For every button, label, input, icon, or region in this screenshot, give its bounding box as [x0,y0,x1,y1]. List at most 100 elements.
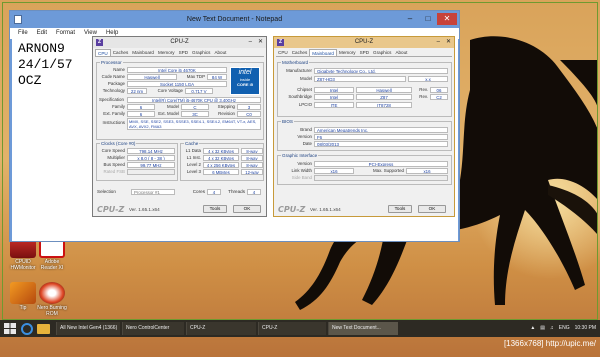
cores-value: 4 [207,189,221,195]
field-label: Rev. [419,94,428,99]
field-label: Brand [300,127,312,132]
tab-mainboard[interactable]: Mainboard [309,49,337,56]
cpuz-footer: CPU-Z Ver. 1.65.1.x64 Tools OK [95,204,264,214]
tab-memory[interactable]: Memory [156,49,177,56]
level3-ways: 12-way [241,169,263,175]
cpuz-brand-logo: CPU-Z [97,205,125,214]
cpuz-tabs: CPU Caches Mainboard Memory SPD Graphics… [276,49,452,57]
tab-memory[interactable]: Memory [337,49,358,56]
desktop-icon-label: Tip [19,305,27,311]
field-label: Rated FSB [103,169,125,174]
group-label: Clocks (Core #0) [100,141,137,146]
tools-button[interactable]: Tools [388,205,412,213]
tools-button[interactable]: Tools [203,205,227,213]
tab-about[interactable]: About [393,49,409,56]
cpuz-version: Ver. 1.65.1.x64 [310,207,341,212]
rated-fsb-value [127,169,175,175]
cpuz-window-mainboard[interactable]: Z CPU-Z – ✕ CPU Caches Mainboard Memory … [273,36,455,217]
field-label: Name [113,67,125,72]
field-label: Model [300,76,312,81]
processor-selection-select[interactable]: Processor #1 [131,189,175,195]
chipset-model-value: Haswell [356,87,412,93]
revision-value: C0 [237,111,261,117]
ok-button[interactable]: OK [418,205,446,213]
link-width-value: x16 [314,168,354,174]
stepping-value: 3 [237,104,261,110]
group-label: Motherboard [281,60,310,65]
field-label: Version [297,161,312,166]
lpcio-model-value: IT8728 [356,102,412,108]
close-icon[interactable]: ✕ [258,37,263,48]
close-icon[interactable]: ✕ [446,37,451,48]
minimize-icon[interactable]: – [249,37,252,48]
tab-spd[interactable]: SPD [177,49,190,56]
tab-about[interactable]: About [212,49,228,56]
model-revision-value: x.x [408,76,448,82]
tip-icon [10,282,36,304]
group-label: Graphic Interface [281,153,319,158]
l1-data-ways: 8-way [241,148,263,154]
l1-inst-ways: 8-way [241,155,263,161]
field-label: Specification [99,97,124,102]
notepad-app-icon [14,15,22,24]
explorer-pin-icon[interactable] [37,323,50,334]
field-label: LPCIO [298,102,312,107]
field-label: Multiplier [107,155,125,160]
desktop-icon-label: Nero Burning ROM [37,305,67,317]
l1-inst-value: 4 x 32 KBytes [203,155,239,161]
clock[interactable]: 10:30 PM [575,320,596,337]
taskbar-item-notepad[interactable]: New Text Document... [328,322,398,335]
technology-value: 22 nm [127,88,147,94]
notepad-titlebar[interactable]: New Text Document - Notepad – □ ✕ [10,11,459,28]
taskbar-item-nero[interactable]: Nero ControlCenter [122,322,184,335]
field-label: L1 Data [185,148,201,153]
field-label: Core Speed [101,148,125,153]
minimize-icon[interactable]: – [437,37,440,48]
intel-core-i5-logo: intel inside CORE i5 [230,67,260,95]
field-label: Cores [192,189,205,194]
cpuz-app-icon: Z [96,39,103,46]
close-icon[interactable]: ✕ [437,13,457,25]
tab-caches[interactable]: Caches [290,49,310,56]
volume-icon[interactable]: ♫ [550,320,554,337]
chipset-vendor-value: Intel [314,87,354,93]
taskbar-item-cpuz-1[interactable]: CPU-Z [186,322,256,335]
cpuz-titlebar[interactable]: Z CPU-Z – ✕ [93,37,266,48]
ok-button[interactable]: OK [233,205,261,213]
tab-cpu[interactable]: CPU [276,49,290,56]
tab-spd[interactable]: SPD [358,49,371,56]
field-label: Level 3 [186,169,201,174]
tab-graphics[interactable]: Graphics [190,49,212,56]
field-label: Date [302,141,312,146]
taskbar-item-intel-gen4[interactable]: All New Intel Gen4 (1366) [56,322,120,335]
field-label: Instructions [102,120,125,125]
taskbar-item-cpuz-2[interactable]: CPU-Z [258,322,326,335]
nero-icon [39,282,65,304]
cpuz-footer: CPU-Z Ver. 1.65.1.x64 Tools OK [276,204,452,214]
field-label: Ext. Model [158,111,179,116]
cpuz-titlebar[interactable]: Z CPU-Z – ✕ [274,37,454,48]
tab-mainboard[interactable]: Mainboard [130,49,156,56]
desktop-icon-tip[interactable]: Tip [7,282,39,316]
menu-file[interactable]: File [18,28,28,39]
ie-pin-icon[interactable] [21,322,33,335]
minimize-icon[interactable]: – [401,13,419,25]
tab-cpu[interactable]: CPU [95,49,111,56]
field-label: Family [112,104,125,109]
tray-arrow-icon[interactable]: ▲ [530,320,535,337]
cpuz-window-cpu[interactable]: Z CPU-Z – ✕ CPU Caches Mainboard Memory … [92,36,267,217]
maximize-icon[interactable]: □ [419,13,437,25]
field-label: Selection [97,189,116,194]
menu-edit[interactable]: Edit [37,28,47,39]
tab-graphics[interactable]: Graphics [371,49,393,56]
group-label: Processor [100,60,123,65]
start-button[interactable] [3,322,17,335]
field-label: Max TDP [186,74,205,79]
network-icon[interactable]: ▤ [540,320,545,337]
menu-format[interactable]: Format [56,28,75,39]
core-voltage-value: 0.717 V [185,88,213,94]
desktop-icon-nero[interactable]: Nero Burning ROM [36,282,68,317]
tab-caches[interactable]: Caches [111,49,131,56]
field-label: Core Voltage [157,88,183,93]
language-indicator[interactable]: ENG [559,320,570,337]
